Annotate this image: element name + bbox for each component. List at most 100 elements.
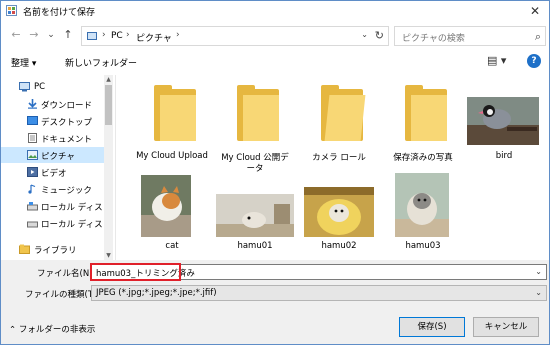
nav-item-videos[interactable]: ビデオ — [1, 164, 105, 180]
filename-label: ファイル名(N): — [37, 269, 96, 279]
cancel-button[interactable]: キャンセル — [473, 317, 539, 337]
hamu03-thumbnail — [395, 173, 449, 237]
desktop-icon — [27, 116, 38, 125]
filetype-label: ファイルの種類(T): — [25, 290, 100, 300]
nav-item-label: ミュージック — [41, 186, 92, 196]
search-icon[interactable]: ⌕ — [535, 30, 541, 44]
image-item[interactable]: bird — [459, 79, 549, 171]
nav-item-pictures[interactable]: ピクチャ — [1, 147, 105, 163]
scroll-down-icon[interactable]: ▼ — [104, 252, 113, 259]
search-box[interactable]: ピクチャの検索 ⌕ — [394, 26, 546, 46]
item-label: bird — [495, 151, 513, 161]
cat-thumbnail — [141, 175, 191, 237]
folder-item[interactable]: 保存済みの写真 — [378, 79, 468, 171]
breadcrumb-separator: › — [176, 30, 180, 40]
item-label: hamu01 — [237, 241, 273, 251]
item-label: 保存済みの写真 — [393, 153, 453, 163]
breadcrumb-pc[interactable]: PC — [111, 31, 123, 41]
nav-item-label: ライブラリ — [34, 246, 77, 256]
hide-folders-toggle[interactable]: ⌃ フォルダーの非表示 — [9, 323, 95, 335]
breadcrumb-separator: › — [102, 30, 106, 40]
address-bar[interactable]: › PC › ピクチャ › ⌄ ↻ — [81, 26, 389, 46]
image-item[interactable]: hamu01 — [210, 173, 300, 265]
video-icon — [27, 167, 38, 177]
save-as-dialog: 名前を付けて保存 ✕ ← → ⌄ ↑ › PC › ピクチャ › ⌄ ↻ ピクチ… — [0, 0, 550, 345]
folder-icon — [405, 85, 447, 141]
pictures-icon — [27, 150, 38, 160]
item-label: hamu03 — [405, 241, 441, 251]
navigation-bar: ← → ⌄ ↑ › PC › ピクチャ › ⌄ ↻ ピクチャの検索 ⌕ — [1, 23, 549, 49]
refresh-icon[interactable]: ↻ — [375, 29, 384, 42]
toolbar: 整理 ▾ 新しいフォルダー ▤ ▾ ? — [1, 49, 549, 75]
scroll-up-icon[interactable]: ▲ — [104, 76, 113, 83]
nav-item-label: ローカル ディスク (C — [41, 203, 103, 213]
back-button[interactable]: ← — [9, 28, 23, 42]
folder-item[interactable]: My Cloud Upload — [127, 79, 217, 171]
item-label: cat — [165, 241, 179, 251]
nav-item-label: ダウンロード — [41, 101, 93, 111]
folder-item[interactable]: カメラ ロール — [294, 79, 384, 171]
recent-locations-button[interactable]: ⌄ — [44, 28, 58, 42]
download-icon — [28, 99, 37, 109]
hamu02-thumbnail — [304, 187, 374, 237]
nav-item-local-disk-c[interactable]: ローカル ディスク (C — [1, 198, 105, 214]
nav-item-label: ローカル ディスク (D — [41, 220, 103, 230]
folder-icon — [237, 85, 279, 141]
filetype-select[interactable]: JPEG (*.jpg;*.jpeg;*.jpe;*.jfif) ⌄ — [91, 285, 547, 301]
breadcrumb-separator: › — [126, 30, 130, 40]
forward-button[interactable]: → — [27, 28, 41, 42]
app-icon — [6, 5, 17, 16]
library-icon — [19, 244, 30, 254]
search-placeholder: ピクチャの検索 — [402, 34, 465, 44]
nav-pane-scrollbar[interactable]: ▲ ▼ — [104, 75, 113, 260]
nav-item-label: ピクチャ — [41, 152, 75, 162]
filetype-value: JPEG (*.jpg;*.jpeg;*.jpe;*.jfif) — [96, 288, 217, 298]
nav-item-label: デスクトップ — [41, 118, 93, 128]
item-label: カメラ ロール — [312, 153, 366, 163]
nav-item-label: PC — [34, 82, 46, 92]
item-label: My Cloud Upload — [136, 151, 208, 161]
file-list: My Cloud Upload My Cloud 公開デ ータ カメラ ロール … — [117, 75, 549, 260]
image-item[interactable]: cat — [127, 173, 217, 265]
view-options-icon[interactable]: ▤ ▾ — [487, 54, 506, 67]
nav-item-label: ビデオ — [41, 169, 67, 179]
documents-icon — [28, 133, 37, 143]
address-dropdown-icon[interactable]: ⌄ — [361, 30, 368, 39]
folder-item[interactable]: My Cloud 公開デ ータ — [210, 79, 300, 174]
nav-item-libraries[interactable]: ライブラリ — [1, 241, 105, 257]
navigation-pane: PC ダウンロード デスクトップ ドキュメント ピクチャ ビデオ ミュージック — [1, 75, 116, 260]
pc-icon — [87, 32, 97, 40]
drive-icon — [27, 202, 38, 211]
organize-button[interactable]: 整理 ▾ — [11, 56, 36, 69]
drive-icon — [27, 221, 38, 228]
pc-icon — [19, 82, 30, 92]
help-icon[interactable]: ? — [527, 54, 541, 68]
title-bar: 名前を付けて保存 ✕ — [1, 1, 549, 21]
breadcrumb-pictures[interactable]: ピクチャ — [136, 31, 172, 44]
scrollbar-thumb[interactable] — [105, 85, 112, 125]
chevron-down-icon[interactable]: ⌄ — [535, 288, 542, 297]
save-button[interactable]: 保存(S) — [399, 317, 465, 337]
up-button[interactable]: ↑ — [61, 28, 75, 42]
music-icon — [28, 184, 36, 194]
nav-item-documents[interactable]: ドキュメント — [1, 130, 105, 146]
folder-icon — [154, 85, 196, 141]
nav-item-pc[interactable]: PC — [1, 79, 105, 95]
hamu01-thumbnail — [216, 194, 294, 237]
nav-item-desktop[interactable]: デスクトップ — [1, 113, 105, 129]
nav-item-local-disk-d[interactable]: ローカル ディスク (D — [1, 215, 105, 231]
item-label: hamu02 — [321, 241, 357, 251]
image-item[interactable]: hamu02 — [294, 173, 384, 265]
nav-item-music[interactable]: ミュージック — [1, 181, 105, 197]
nav-item-label: ドキュメント — [41, 135, 93, 145]
close-button[interactable]: ✕ — [527, 3, 543, 19]
folder-icon — [321, 85, 366, 141]
bird-thumbnail — [467, 97, 539, 145]
image-item[interactable]: hamu03 — [378, 173, 468, 265]
chevron-down-icon[interactable]: ⌄ — [535, 267, 542, 276]
nav-item-downloads[interactable]: ダウンロード — [1, 96, 105, 112]
highlight-box — [90, 263, 181, 281]
save-form: ファイル名(N): hamu03_トリミング済み ⌄ ファイルの種類(T): J… — [1, 260, 549, 344]
window-title: 名前を付けて保存 — [23, 8, 96, 18]
new-folder-button[interactable]: 新しいフォルダー — [65, 56, 137, 69]
